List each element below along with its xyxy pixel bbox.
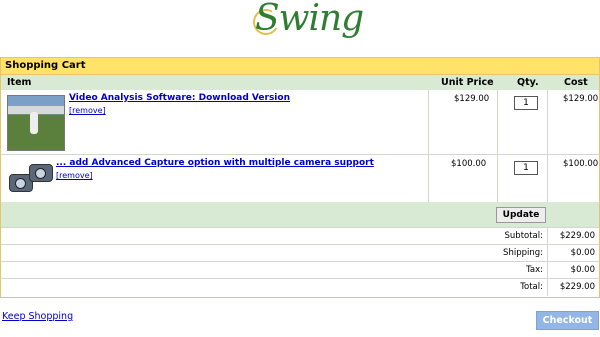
column-header-cost: Cost [564, 77, 588, 88]
logo-text: Swing [255, 0, 364, 39]
item-name-link[interactable]: Video Analysis Software: Download Versio… [69, 93, 290, 103]
camera-icon [29, 164, 53, 182]
tax-label: Tax: [526, 265, 543, 275]
row-divider [1, 227, 599, 228]
keep-shopping-link[interactable]: Keep Shopping [2, 311, 73, 322]
row-divider [1, 244, 599, 245]
quantity-input[interactable]: 1 [514, 161, 538, 175]
column-header-item: Item [7, 77, 32, 88]
video-analysis-thumbnail[interactable] [7, 95, 65, 151]
subtotal-label: Subtotal: [504, 231, 543, 241]
update-button[interactable]: Update [496, 207, 546, 223]
cart-item-row: ... add Advanced Capture option with mul… [1, 155, 599, 202]
cart-title: Shopping Cart [1, 58, 599, 75]
subtotal-value: $229.00 [559, 231, 595, 241]
shipping-value: $0.00 [570, 248, 595, 258]
total-value: $229.00 [559, 282, 595, 292]
item-unit-price: $129.00 [454, 94, 490, 104]
site-logo: Swing [0, 0, 600, 52]
total-label: Total: [520, 282, 543, 292]
cart-header-row: Item Unit Price Qty. Cost [1, 75, 599, 90]
remove-item-link[interactable]: [remove] [56, 171, 93, 180]
camera-thumbnail[interactable] [7, 162, 55, 196]
item-name-link[interactable]: ... add Advanced Capture option with mul… [56, 158, 374, 168]
row-divider [1, 261, 599, 262]
tax-value: $0.00 [570, 265, 595, 275]
quantity-input[interactable]: 1 [514, 96, 538, 110]
update-row: Update [1, 202, 599, 227]
item-cost: $129.00 [563, 94, 599, 104]
column-header-unit-price: Unit Price [441, 77, 494, 88]
item-cost: $100.00 [563, 159, 599, 169]
remove-item-link[interactable]: [remove] [69, 106, 106, 115]
checkout-button[interactable]: Checkout [536, 311, 599, 330]
cart-item-row: Video Analysis Software: Download Versio… [1, 90, 599, 154]
shopping-cart: Shopping Cart Item Unit Price Qty. Cost … [0, 57, 600, 298]
row-divider [1, 278, 599, 279]
shipping-label: Shipping: [503, 248, 543, 258]
column-header-qty: Qty. [517, 77, 539, 88]
item-unit-price: $100.00 [451, 159, 487, 169]
